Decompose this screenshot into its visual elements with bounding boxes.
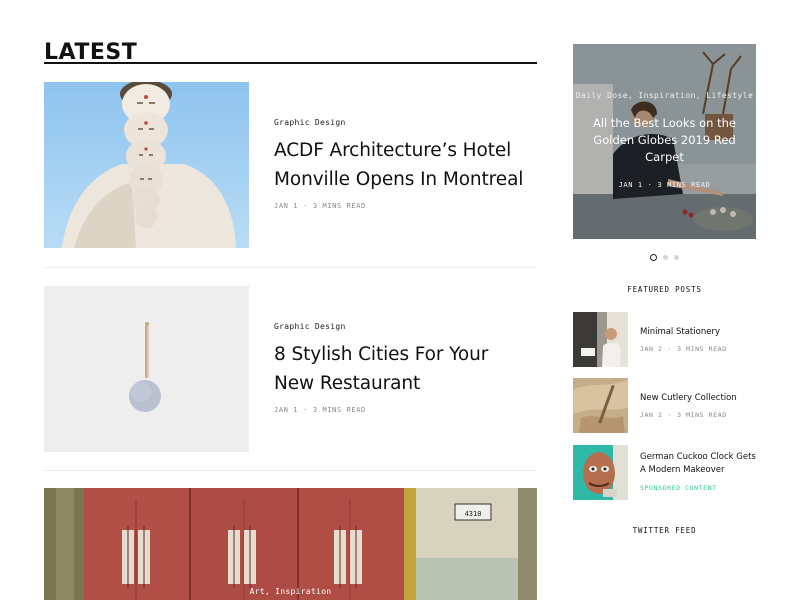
featured-post-title[interactable]: New Cutlery Collection (640, 392, 756, 405)
featured-post-date: JAN 2 (640, 345, 663, 353)
post-category[interactable]: Graphic Design (274, 322, 346, 331)
featured-posts-heading: FEATURED POSTS (627, 285, 702, 294)
featured-post-category[interactable]: Art, Inspiration (44, 587, 537, 596)
post-thumbnail-pendant[interactable] (44, 286, 249, 452)
post-category[interactable]: Graphic Design (274, 118, 346, 127)
featured-post-meta: JAN 2 · 3 MINS READ (640, 345, 727, 353)
section-title-rule (44, 62, 537, 64)
latest-post-1[interactable]: Graphic Design ACDF Architecture’s Hotel… (44, 82, 537, 248)
slide-read-time: 3 MINS READ (657, 181, 711, 189)
door-sign-number: 4310 (465, 510, 482, 518)
twitter-feed-heading: TWITTER FEED (632, 526, 697, 535)
post-divider (44, 470, 537, 471)
sponsored-label: SPONSORED CONTENT (640, 484, 717, 492)
featured-thumbnail-cutlery[interactable] (573, 378, 628, 433)
featured-post-meta: JAN 2 · 3 MINS READ (640, 411, 727, 419)
post-date: JAN 1 (274, 202, 299, 210)
slider-dot-icon[interactable] (674, 254, 679, 260)
featured-post-item[interactable]: German Cuckoo Clock Gets A Modern Makeov… (573, 445, 756, 500)
featured-post-title[interactable]: German Cuckoo Clock Gets A Modern Makeov… (640, 451, 756, 477)
post-title[interactable]: ACDF Architecture’s Hotel Monville Opens… (274, 136, 534, 194)
latest-post-2[interactable]: Graphic Design 8 Stylish Cities For Your… (44, 286, 537, 452)
featured-post-read-time: 3 MINS READ (677, 345, 727, 353)
post-date: JAN 1 (274, 406, 299, 414)
post-thumbnail-buddha-statue[interactable] (44, 82, 249, 248)
featured-thumbnail-man-at-table[interactable] (573, 312, 628, 367)
featured-post-date: JAN 2 (640, 411, 663, 419)
slide-title[interactable]: All the Best Looks on the Golden Globes … (593, 115, 736, 166)
post-title[interactable]: 8 Stylish Cities For Your New Restaurant (274, 340, 534, 398)
slide-date: JAN 1 (618, 181, 643, 189)
post-meta: JAN 1 · 3 MINS READ (274, 406, 366, 414)
post-read-time: 3 MINS READ (312, 406, 366, 414)
slider-dot-icon[interactable] (650, 253, 657, 261)
featured-post-item[interactable]: Minimal Stationery JAN 2 · 3 MINS READ (573, 312, 756, 367)
featured-post-read-time: 3 MINS READ (677, 411, 727, 419)
slide-category[interactable]: Daily Dose, Inspiration, Lifestyle (573, 91, 756, 101)
post-read-time: 3 MINS READ (312, 202, 366, 210)
featured-post-image-red-doors[interactable]: 4310 Art, Inspiration (44, 488, 537, 600)
post-divider (44, 267, 537, 268)
slide-meta: JAN 1 · 3 MINS READ (618, 181, 711, 189)
featured-slider[interactable]: Daily Dose, Inspiration, Lifestyle All t… (573, 44, 756, 239)
featured-post-title[interactable]: Minimal Stationery (640, 326, 756, 339)
featured-post-item[interactable]: New Cutlery Collection JAN 2 · 3 MINS READ (573, 378, 756, 433)
slider-pagination (650, 253, 679, 261)
featured-thumbnail-mural-face[interactable] (573, 445, 628, 500)
post-meta: JAN 1 · 3 MINS READ (274, 202, 366, 210)
slider-dot-icon[interactable] (663, 254, 668, 260)
